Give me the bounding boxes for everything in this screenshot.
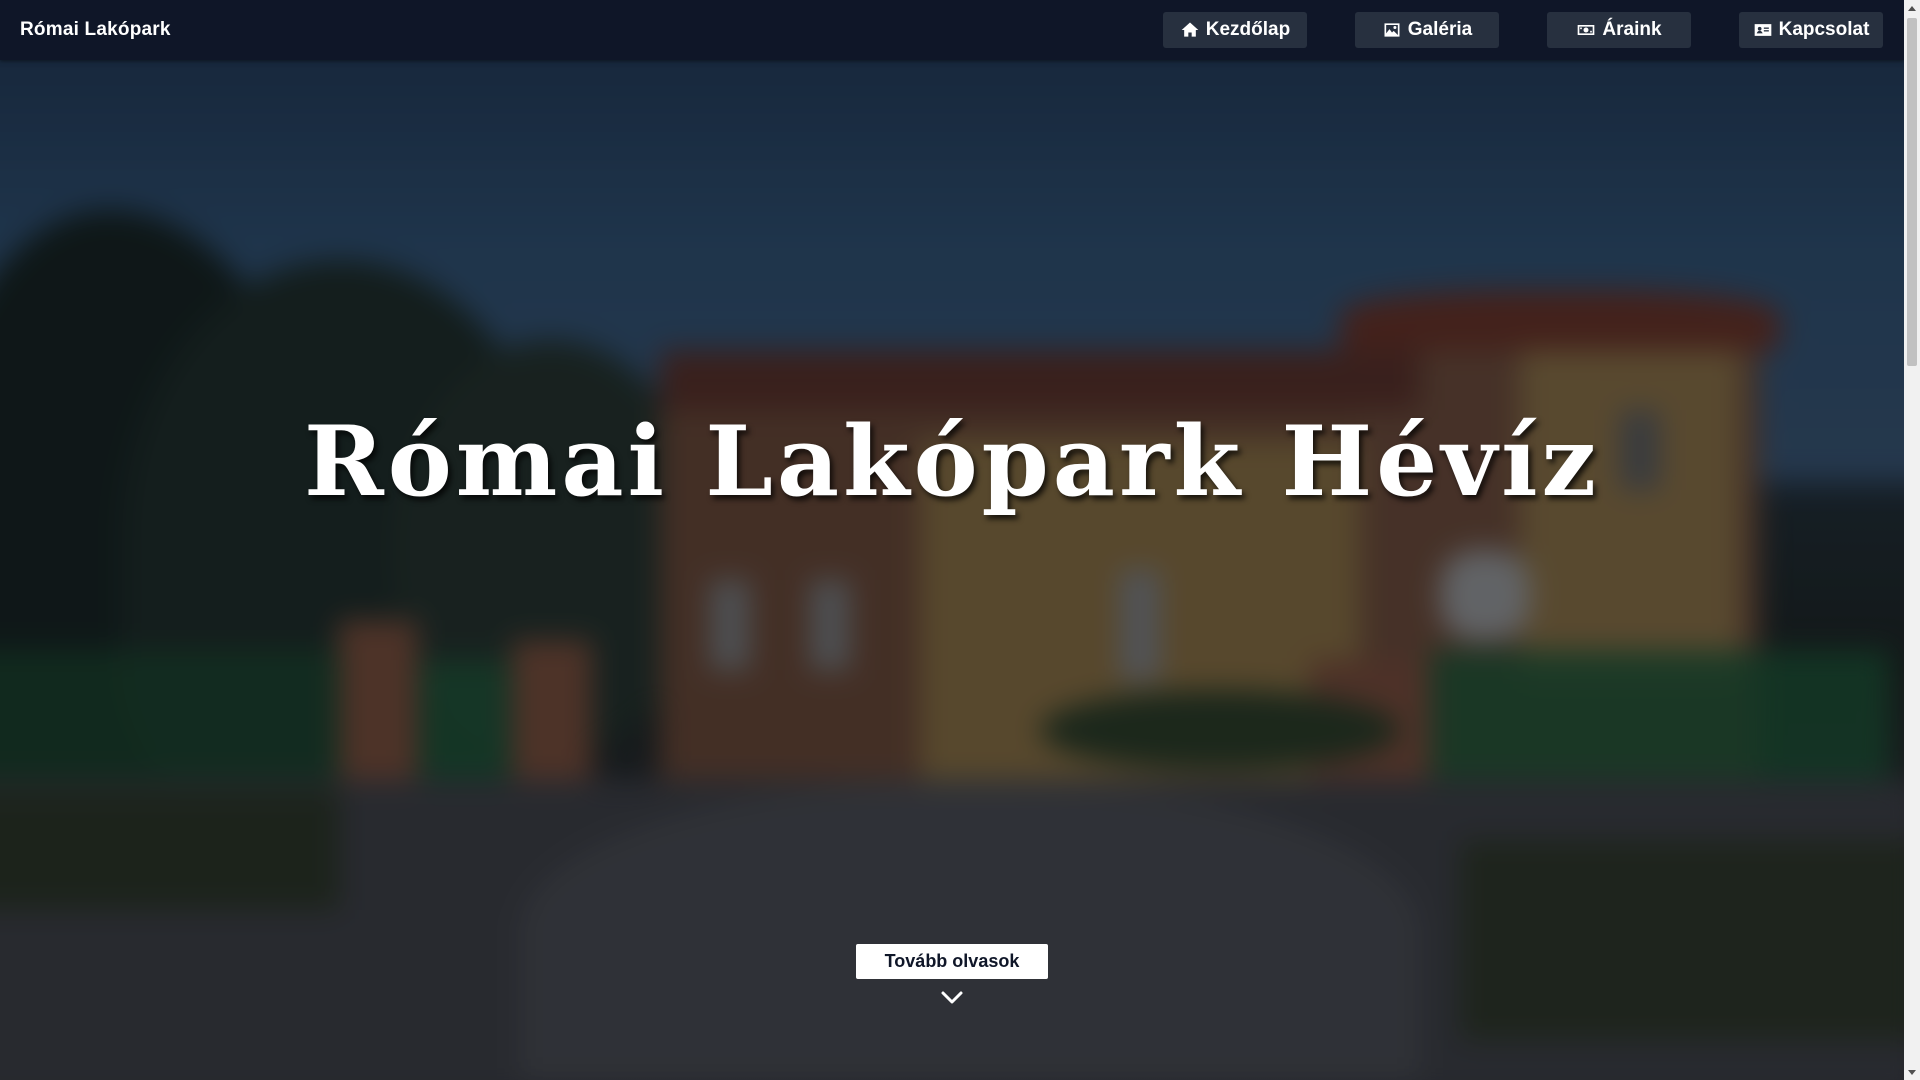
read-more-button[interactable]: Tovább olvasok [856,944,1048,979]
nav-item-contact[interactable]: Kapcsolat [1739,12,1883,48]
page: Római Lakópark Kezdőlap Galéria Áraink K… [0,0,1904,1080]
brand-logo-text[interactable]: Római Lakópark [20,0,171,60]
top-navbar: Római Lakópark Kezdőlap Galéria Áraink K… [0,0,1904,60]
nav-item-home[interactable]: Kezdőlap [1163,12,1307,48]
nav-item-label: Kezdőlap [1205,19,1291,40]
nav-item-gallery[interactable]: Galéria [1355,12,1499,48]
home-icon [1180,20,1200,40]
scroll-up-arrow-icon[interactable] [1904,0,1920,16]
nav-item-label: Áraink [1602,19,1662,40]
page-scrollbar[interactable] [1904,0,1920,1080]
image-icon [1382,20,1402,40]
hero-dark-overlay [0,0,1904,1080]
scrollbar-thumb[interactable] [1907,18,1917,366]
contact-card-icon [1753,20,1773,40]
scroll-down-arrow-icon[interactable] [1904,1064,1920,1080]
nav-item-prices[interactable]: Áraink [1547,12,1691,48]
nav-item-label: Galéria [1407,19,1473,40]
hero-background-image [0,0,1904,1080]
hero-title: Római Lakópark Hévíz [303,405,1601,518]
money-icon [1576,20,1596,40]
chevron-down-icon[interactable] [940,990,964,1006]
nav-item-label: Kapcsolat [1778,19,1870,40]
